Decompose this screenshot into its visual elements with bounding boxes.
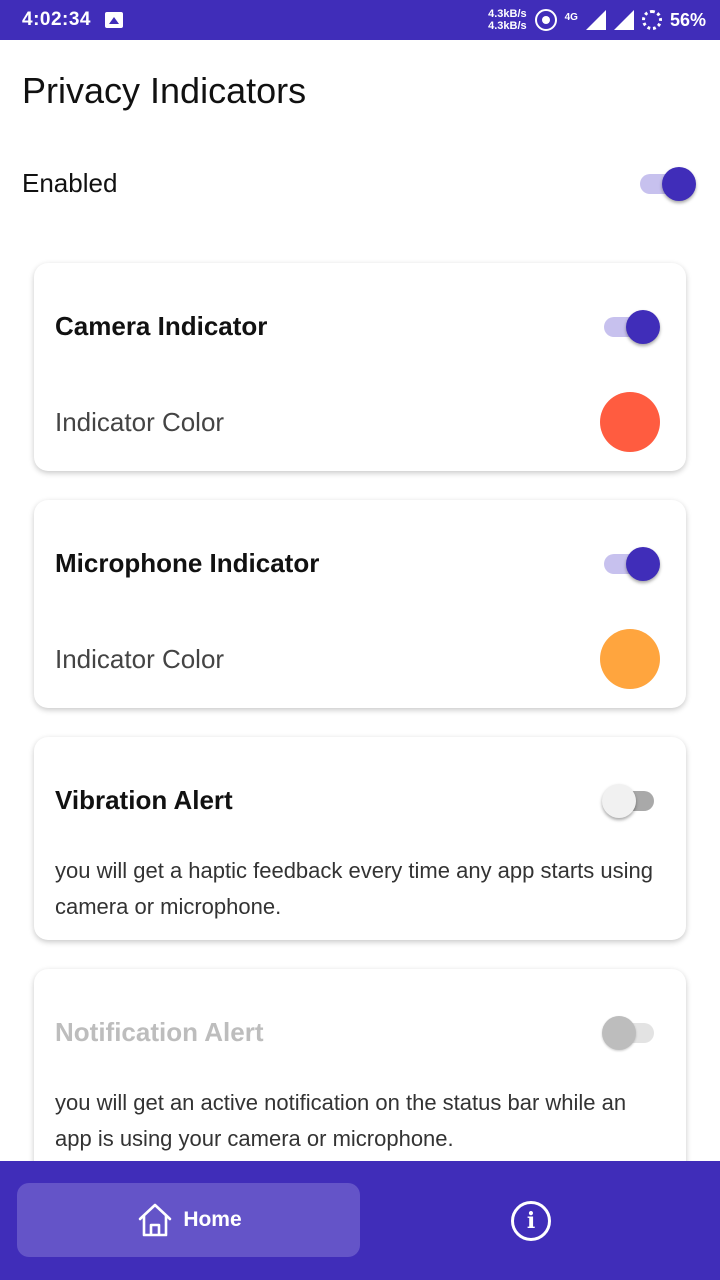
vibration-alert-row: Vibration Alert — [55, 780, 660, 820]
bottom-navigation: Home i — [0, 1161, 720, 1280]
enabled-label: Enabled — [22, 167, 118, 198]
notification-alert-description: you will get an active notification on t… — [55, 1090, 627, 1151]
toggle-thumb — [626, 310, 660, 344]
nav-home-button[interactable]: Home — [17, 1183, 360, 1257]
camera-color-row: Indicator Color — [55, 392, 660, 452]
home-icon — [139, 1203, 172, 1237]
camera-color-label: Indicator Color — [55, 406, 225, 437]
network-speed: 4.3kB/s 4.3kB/s — [488, 8, 527, 32]
toggle-thumb — [602, 784, 636, 818]
camera-indicator-row: Camera Indicator — [55, 306, 660, 346]
status-bar: 4:02:34 4.3kB/s 4.3kB/s 4G 56% — [0, 0, 720, 40]
notification-alert-toggle[interactable] — [602, 1013, 660, 1051]
battery-level: 56% — [669, 9, 706, 30]
upload-speed: 4.3kB/s — [488, 8, 527, 20]
camera-indicator-card: Camera Indicator Indicator Color — [34, 263, 686, 471]
microphone-indicator-card: Microphone Indicator Indicator Color — [34, 500, 686, 708]
vibration-alert-card: Vibration Alert you will get a haptic fe… — [34, 737, 686, 940]
microphone-indicator-title: Microphone Indicator — [55, 547, 320, 578]
notification-alert-title: Notification Alert — [55, 1016, 264, 1047]
info-icon[interactable]: i — [511, 1201, 551, 1241]
microphone-color-label: Indicator Color — [55, 643, 225, 674]
page-title: Privacy Indicators — [22, 70, 307, 111]
microphone-indicator-row: Microphone Indicator — [55, 543, 660, 583]
microphone-color-swatch[interactable] — [600, 629, 660, 689]
camera-color-swatch[interactable] — [600, 392, 660, 452]
microphone-indicator-toggle[interactable] — [602, 544, 660, 582]
toggle-thumb — [662, 167, 696, 201]
signal-icon — [613, 10, 634, 30]
screen: 4:02:34 4.3kB/s 4.3kB/s 4G 56% Privacy I… — [0, 0, 720, 1280]
vibration-alert-title: Vibration Alert — [55, 784, 233, 815]
signal-icon — [585, 10, 606, 30]
vibration-alert-description: you will get a haptic feedback every tim… — [55, 858, 653, 919]
enabled-row: Enabled — [22, 160, 696, 206]
network-type: 4G — [564, 12, 578, 23]
toggle-thumb — [602, 1016, 636, 1050]
battery-icon — [641, 10, 662, 30]
status-right: 4.3kB/s 4.3kB/s 4G 56% — [488, 8, 706, 32]
gallery-icon — [105, 12, 123, 28]
nav-home-label: Home — [183, 1208, 242, 1231]
vibration-alert-toggle[interactable] — [602, 781, 660, 819]
notification-alert-row: Notification Alert — [55, 1012, 660, 1052]
camera-indicator-title: Camera Indicator — [55, 310, 268, 341]
toggle-thumb — [626, 547, 660, 581]
microphone-color-row: Indicator Color — [55, 629, 660, 689]
hotspot-icon — [534, 9, 557, 31]
download-speed: 4.3kB/s — [488, 20, 527, 32]
camera-indicator-toggle[interactable] — [602, 307, 660, 345]
enabled-toggle[interactable] — [638, 164, 696, 202]
status-time: 4:02:34 — [22, 9, 91, 30]
